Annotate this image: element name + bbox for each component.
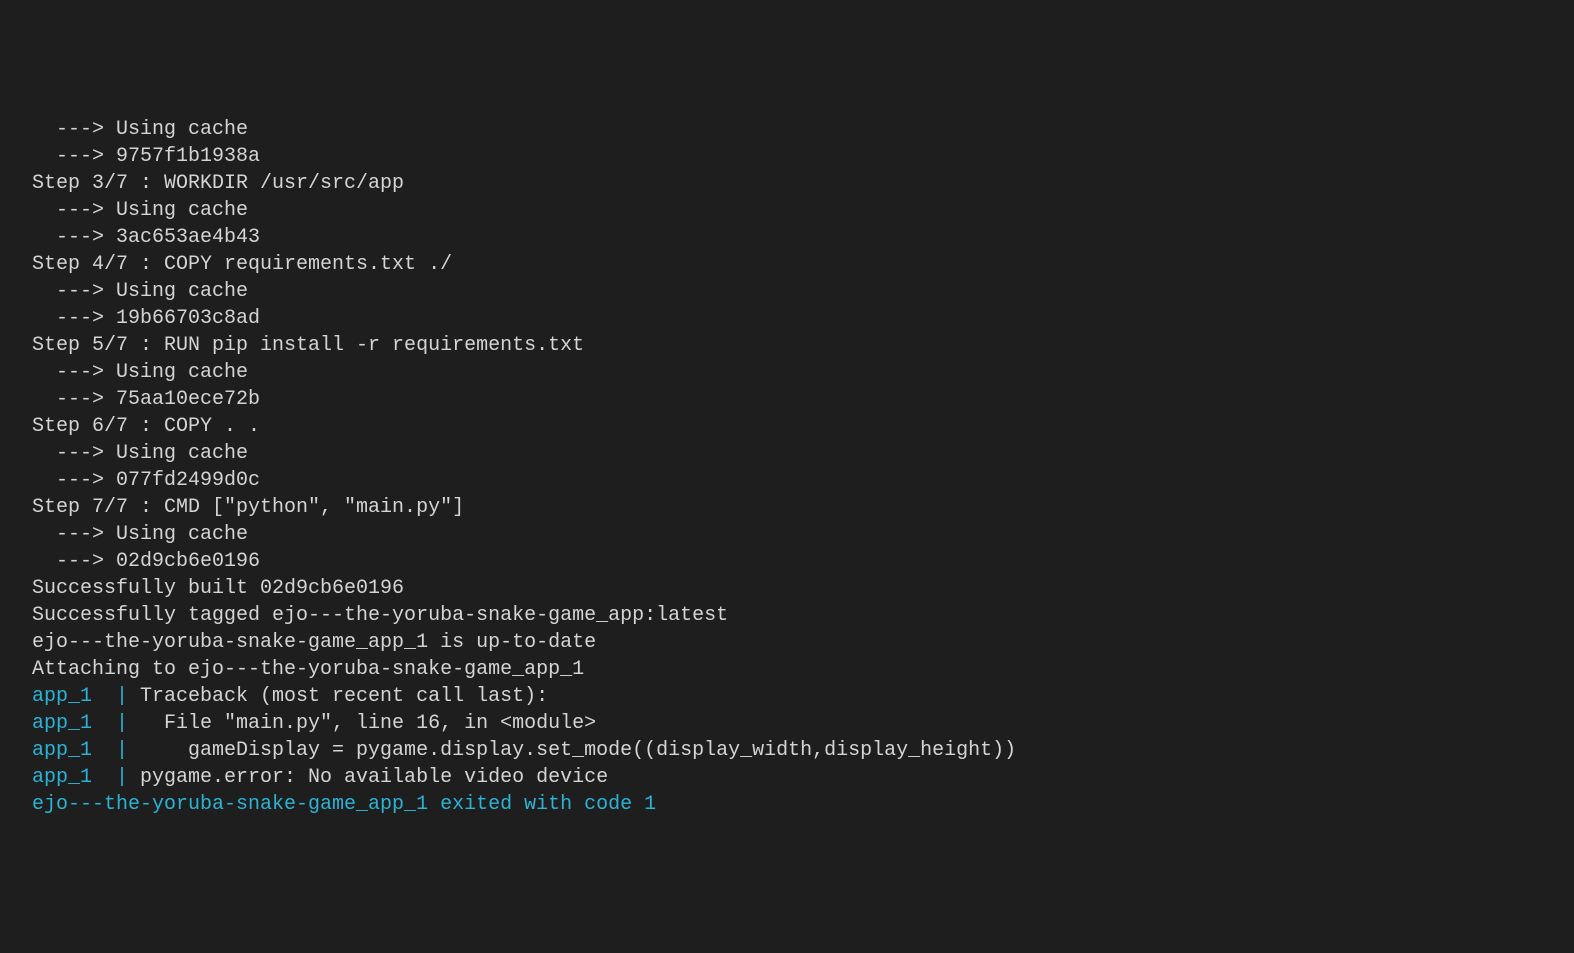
terminal-line: ---> 9757f1b1938a — [0, 143, 1574, 170]
terminal-line: Step 4/7 : COPY requirements.txt ./ — [0, 251, 1574, 278]
terminal-output[interactable]: ---> Using cache ---> 9757f1b1938aStep 3… — [0, 116, 1574, 818]
log-line: app_1 | File "main.py", line 16, in <mod… — [0, 710, 1574, 737]
terminal-line: ---> Using cache — [0, 278, 1574, 305]
terminal-line: Step 7/7 : CMD ["python", "main.py"] — [0, 494, 1574, 521]
terminal-line: Successfully built 02d9cb6e0196 — [0, 575, 1574, 602]
log-prefix: app_1 | — [32, 739, 128, 762]
terminal-line: ejo---the-yoruba-snake-game_app_1 is up-… — [0, 629, 1574, 656]
terminal-line: ---> Using cache — [0, 197, 1574, 224]
terminal-line: ---> 02d9cb6e0196 — [0, 548, 1574, 575]
terminal-line: Step 6/7 : COPY . . — [0, 413, 1574, 440]
terminal-line: ---> Using cache — [0, 521, 1574, 548]
log-prefix: app_1 | — [32, 685, 128, 708]
log-body: Traceback (most recent call last): — [128, 685, 548, 708]
log-body: pygame.error: No available video device — [128, 766, 608, 789]
terminal-line: Successfully tagged ejo---the-yoruba-sna… — [0, 602, 1574, 629]
terminal-line: ---> 3ac653ae4b43 — [0, 224, 1574, 251]
log-body: gameDisplay = pygame.display.set_mode((d… — [128, 739, 1016, 762]
terminal-line: ---> 19b66703c8ad — [0, 305, 1574, 332]
terminal-line: Step 5/7 : RUN pip install -r requiremen… — [0, 332, 1574, 359]
terminal-line: ---> 75aa10ece72b — [0, 386, 1574, 413]
log-prefix: app_1 | — [32, 712, 128, 735]
log-line: app_1 | pygame.error: No available video… — [0, 764, 1574, 791]
log-prefix: app_1 | — [32, 766, 128, 789]
terminal-line: ---> Using cache — [0, 440, 1574, 467]
log-line: app_1 | Traceback (most recent call last… — [0, 683, 1574, 710]
terminal-line: ---> Using cache — [0, 116, 1574, 143]
terminal-line: Attaching to ejo---the-yoruba-snake-game… — [0, 656, 1574, 683]
terminal-line: Step 3/7 : WORKDIR /usr/src/app — [0, 170, 1574, 197]
exit-line: ejo---the-yoruba-snake-game_app_1 exited… — [0, 791, 1574, 818]
terminal-line: ---> Using cache — [0, 359, 1574, 386]
terminal-line: ---> 077fd2499d0c — [0, 467, 1574, 494]
log-body: File "main.py", line 16, in <module> — [128, 712, 596, 735]
log-line: app_1 | gameDisplay = pygame.display.set… — [0, 737, 1574, 764]
